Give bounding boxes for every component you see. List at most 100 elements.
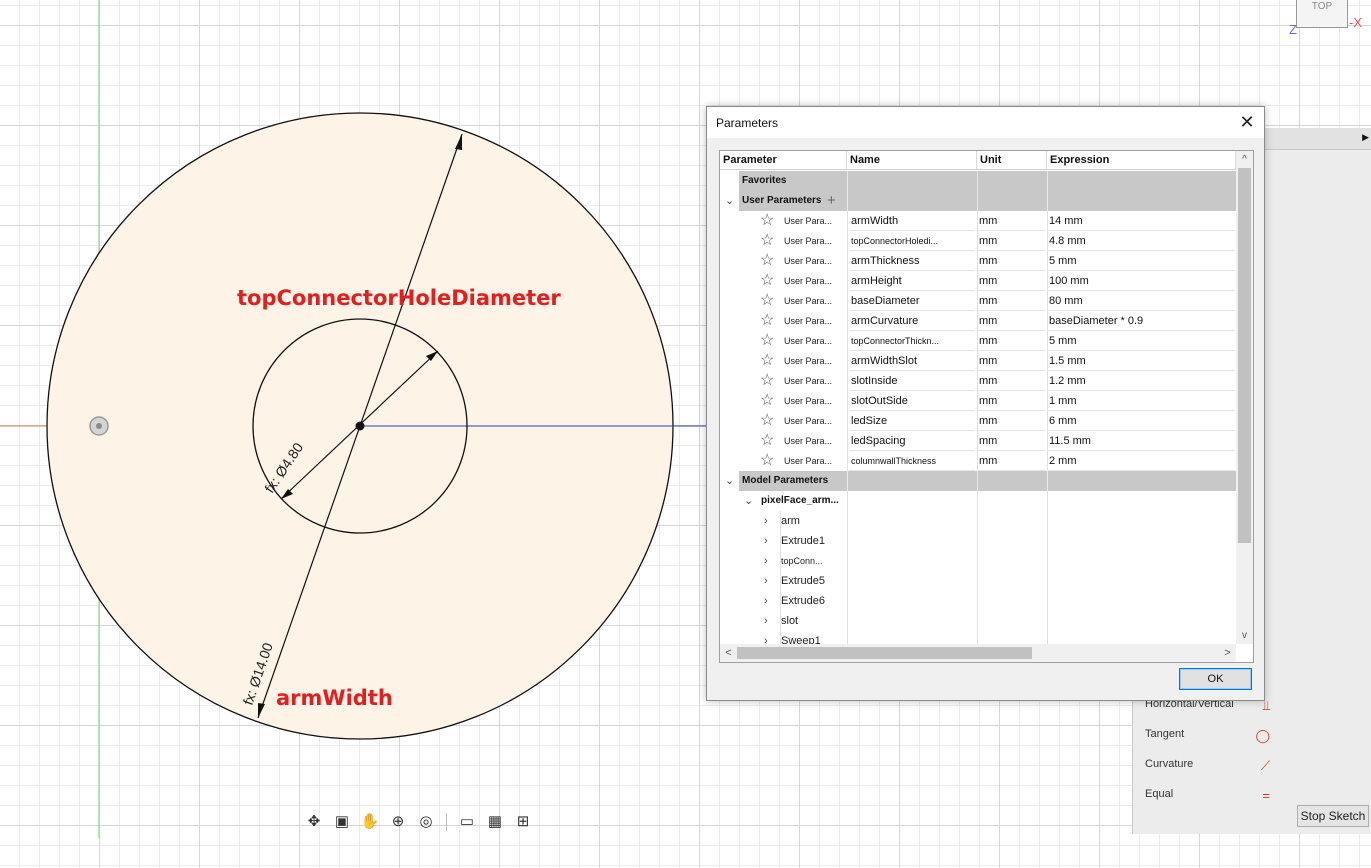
parameter-name[interactable]: armCurvature: [849, 311, 975, 331]
parameter-expression[interactable]: 11.5 mm: [1047, 431, 1235, 451]
favorite-star-icon[interactable]: ☆: [760, 451, 774, 470]
favorite-star-icon[interactable]: ☆: [760, 331, 774, 350]
parameter-expression[interactable]: 2 mm: [1047, 451, 1235, 471]
favorite-star-icon[interactable]: ☆: [760, 351, 774, 370]
chevron-right-icon[interactable]: ›: [764, 551, 768, 571]
parameter-unit[interactable]: mm: [977, 211, 1045, 231]
model-feature-row[interactable]: › arm: [720, 511, 1236, 531]
display-settings-icon[interactable]: ▭: [455, 810, 479, 834]
parameter-row[interactable]: ☆ User Para... armCurvature mm baseDiame…: [720, 311, 1236, 331]
parameter-name[interactable]: baseDiameter: [849, 291, 975, 311]
parameter-unit[interactable]: mm: [977, 351, 1045, 371]
chevron-right-icon[interactable]: ›: [764, 591, 768, 611]
favorite-star-icon[interactable]: ☆: [760, 371, 774, 390]
favorite-star-icon[interactable]: ☆: [760, 311, 774, 330]
parameter-row[interactable]: ☆ User Para... ledSpacing mm 11.5 mm: [720, 431, 1236, 451]
parameter-name[interactable]: ledSize: [849, 411, 975, 431]
group-user-parameters[interactable]: ⌄ User Parameters +: [720, 191, 1236, 211]
parameter-row[interactable]: ☆ User Para... columnwallThickness mm 2 …: [720, 451, 1236, 471]
column-header-expression[interactable]: Expression: [1047, 151, 1236, 170]
close-icon[interactable]: ✕: [1236, 111, 1258, 133]
chevron-right-icon[interactable]: ›: [764, 511, 768, 531]
stop-sketch-button[interactable]: Stop Sketch: [1297, 805, 1369, 827]
parameter-expression[interactable]: 80 mm: [1047, 291, 1235, 311]
model-feature-row[interactable]: › Extrude1: [720, 531, 1236, 551]
parameter-expression[interactable]: 6 mm: [1047, 411, 1235, 431]
parameter-unit[interactable]: mm: [977, 451, 1045, 471]
parameter-unit[interactable]: mm: [977, 391, 1045, 411]
parameter-name[interactable]: armThickness: [849, 251, 975, 271]
scroll-up-icon[interactable]: ^: [1236, 151, 1253, 168]
model-root-row[interactable]: ⌄ pixelFace_arm...: [720, 491, 1236, 511]
parameter-row[interactable]: ☆ User Para... topConnectorThickn... mm …: [720, 331, 1236, 351]
scroll-left-icon[interactable]: <: [720, 644, 737, 662]
parameter-row[interactable]: ☆ User Para... armThickness mm 5 mm: [720, 251, 1236, 271]
parameter-expression[interactable]: 1.5 mm: [1047, 351, 1235, 371]
parameter-unit[interactable]: mm: [977, 331, 1045, 351]
look-at-icon[interactable]: ▣: [330, 810, 354, 834]
parameter-name[interactable]: armWidth: [849, 211, 975, 231]
parameter-unit[interactable]: mm: [977, 311, 1045, 331]
chevron-right-icon[interactable]: ›: [764, 571, 768, 591]
parameter-unit[interactable]: mm: [977, 371, 1045, 391]
parameter-unit[interactable]: mm: [977, 411, 1045, 431]
model-feature-row[interactable]: › slot: [720, 611, 1236, 631]
ok-button[interactable]: OK: [1179, 668, 1252, 690]
parameter-unit[interactable]: mm: [977, 251, 1045, 271]
center-point[interactable]: [355, 421, 365, 431]
chevron-right-icon[interactable]: ›: [764, 531, 768, 551]
vertical-scroll-thumb[interactable]: [1238, 168, 1251, 543]
viewports-icon[interactable]: ⊞: [511, 810, 535, 834]
parameter-expression[interactable]: 4.8 mm: [1047, 231, 1235, 251]
favorite-star-icon[interactable]: ☆: [760, 411, 774, 430]
horizontal-scrollbar[interactable]: < >: [720, 644, 1236, 662]
orbit-icon[interactable]: ✥: [302, 810, 326, 834]
view-cube[interactable]: TOP: [1296, 0, 1348, 28]
horizontal-scroll-thumb[interactable]: [737, 647, 1032, 659]
parameter-row[interactable]: ☆ User Para... baseDiameter mm 80 mm: [720, 291, 1236, 311]
chevron-right-icon[interactable]: ›: [764, 611, 768, 631]
parameter-expression[interactable]: baseDiameter * 0.9: [1047, 311, 1235, 331]
favorite-star-icon[interactable]: ☆: [760, 231, 774, 250]
favorite-star-icon[interactable]: ☆: [760, 291, 774, 310]
palette-expand-icon[interactable]: ▶: [1362, 132, 1369, 143]
parameter-name[interactable]: topConnectorHoledi...: [849, 231, 975, 251]
parameter-row[interactable]: ☆ User Para... armWidthSlot mm 1.5 mm: [720, 351, 1236, 371]
zoom-icon[interactable]: ⊕: [386, 810, 410, 834]
chevron-down-icon[interactable]: ⌄: [744, 491, 753, 511]
model-feature-row[interactable]: › Extrude6: [720, 591, 1236, 611]
parameter-expression[interactable]: 5 mm: [1047, 331, 1235, 351]
parameter-expression[interactable]: 1.2 mm: [1047, 371, 1235, 391]
parameter-unit[interactable]: mm: [977, 271, 1045, 291]
parameter-name[interactable]: ledSpacing: [849, 431, 975, 451]
group-favorites[interactable]: Favorites: [720, 171, 1236, 191]
favorite-star-icon[interactable]: ☆: [760, 271, 774, 290]
favorite-star-icon[interactable]: ☆: [760, 251, 774, 270]
parameter-row[interactable]: ☆ User Para... slotInside mm 1.2 mm: [720, 371, 1236, 391]
pan-icon[interactable]: ✋: [358, 810, 382, 834]
column-header-unit[interactable]: Unit: [977, 151, 1047, 170]
chevron-down-icon[interactable]: ⌄: [725, 471, 734, 491]
favorite-star-icon[interactable]: ☆: [760, 211, 774, 230]
vertical-scrollbar[interactable]: ^ v: [1236, 151, 1253, 644]
view-cube-face[interactable]: TOP: [1312, 1, 1332, 12]
parameter-row[interactable]: ☆ User Para... slotOutSide mm 1 mm: [720, 391, 1236, 411]
parameter-expression[interactable]: 100 mm: [1047, 271, 1235, 291]
parameter-row[interactable]: ☆ User Para... ledSize mm 6 mm: [720, 411, 1236, 431]
parameter-expression[interactable]: 5 mm: [1047, 251, 1235, 271]
parameter-unit[interactable]: mm: [977, 231, 1045, 251]
scroll-right-icon[interactable]: >: [1219, 644, 1236, 662]
parameter-name[interactable]: armWidthSlot: [849, 351, 975, 371]
parameter-unit[interactable]: mm: [977, 431, 1045, 451]
favorite-star-icon[interactable]: ☆: [760, 431, 774, 450]
parameter-row[interactable]: ☆ User Para... armHeight mm 100 mm: [720, 271, 1236, 291]
constraint-horizontal-vertical[interactable]: Horizontal/Vertical ⫫: [1145, 698, 1365, 718]
parameter-row[interactable]: ☆ User Para... armWidth mm 14 mm: [720, 211, 1236, 231]
parameter-name[interactable]: slotOutSide: [849, 391, 975, 411]
scroll-down-icon[interactable]: v: [1236, 627, 1253, 644]
grid-settings-icon[interactable]: ▦: [483, 810, 507, 834]
group-model-parameters[interactable]: ⌄ Model Parameters: [720, 471, 1236, 491]
model-feature-row[interactable]: › topConn...: [720, 551, 1236, 571]
chevron-down-icon[interactable]: ⌄: [725, 191, 734, 211]
parameter-expression[interactable]: 1 mm: [1047, 391, 1235, 411]
